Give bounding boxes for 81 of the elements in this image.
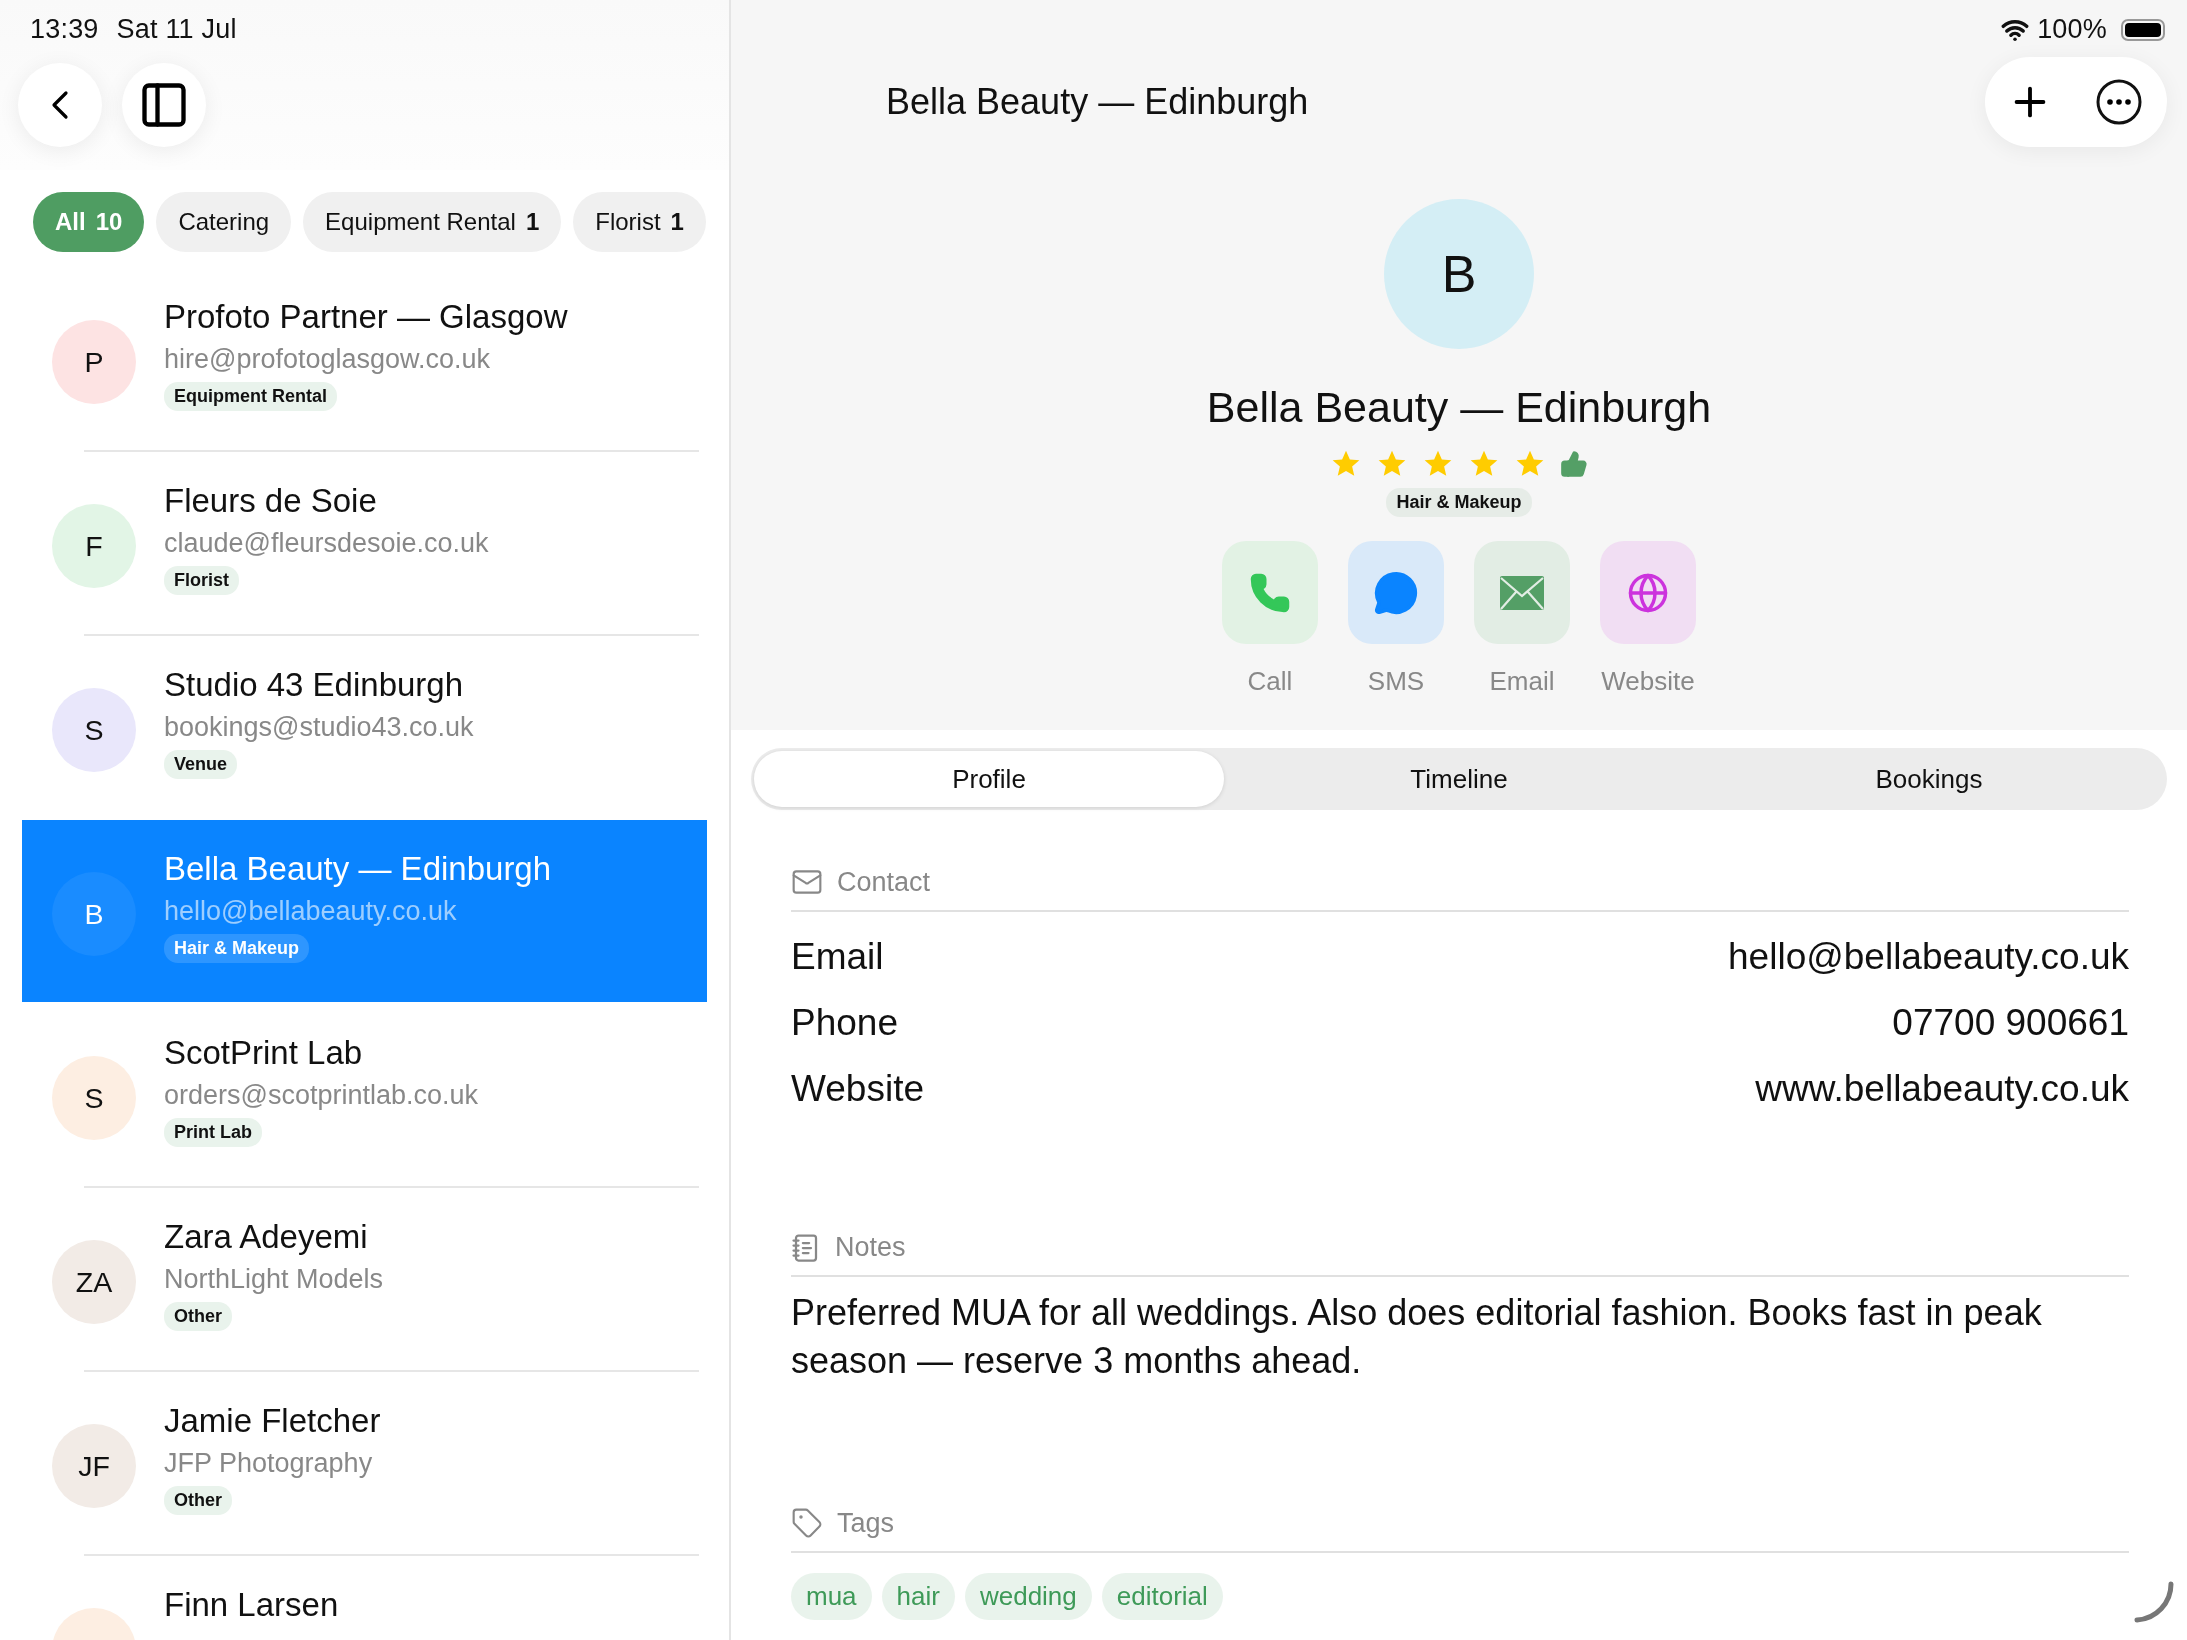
tag-icon bbox=[791, 1507, 823, 1539]
contact-row[interactable]: S Studio 43 Edinburgh bookings@studio43.co.uk Venue bbox=[22, 636, 707, 818]
website-button[interactable] bbox=[1600, 541, 1696, 644]
avatar-initials: B bbox=[1441, 244, 1477, 304]
envelope-icon bbox=[1499, 574, 1545, 611]
contact-row[interactable]: B Bella Beauty — Edinburgh hello@bellabeauty.co.uk Hair & Makeup bbox=[22, 820, 707, 1002]
contact-row[interactable]: Finn Larsen bbox=[22, 1556, 707, 1640]
avatar-initials: B bbox=[84, 897, 104, 931]
avatar-initials: JF bbox=[78, 1449, 110, 1483]
segment-tab[interactable]: Bookings bbox=[1694, 751, 2164, 807]
contact-subtitle: claude@fleursdesoie.co.uk bbox=[164, 528, 489, 559]
contact-subtitle: NorthLight Models bbox=[164, 1264, 384, 1295]
call-button[interactable] bbox=[1222, 541, 1318, 644]
category-tag: Hair & Makeup bbox=[164, 934, 310, 963]
status-time: 13:39 bbox=[30, 14, 99, 44]
field-label: Email bbox=[791, 936, 884, 978]
field-value: 07700 900661 bbox=[1892, 1002, 2129, 1044]
contact-row[interactable]: JF Jamie Fletcher JFP Photography Other bbox=[22, 1372, 707, 1554]
filter-chip[interactable]: Florist 1 bbox=[573, 192, 706, 252]
category-tag: Hair & Makeup bbox=[1386, 488, 1532, 517]
field-value: hello@bellabeauty.co.uk bbox=[1728, 936, 2129, 978]
contact-name: Jamie Fletcher bbox=[164, 1402, 381, 1440]
contact-name: Profoto Partner — Glasgow bbox=[164, 298, 568, 336]
section-title: Tags bbox=[837, 1507, 895, 1539]
notes-text: Preferred MUA for all weddings. Also does editorial fashion. Books fast in peak season — reserve 3 months ahead. bbox=[791, 1291, 2043, 1383]
category-tag: Other bbox=[164, 1302, 232, 1331]
globe-icon bbox=[1627, 571, 1669, 614]
contact-subtitle: JFP Photography bbox=[164, 1448, 373, 1479]
contact-name: ScotPrint Lab bbox=[164, 1034, 363, 1072]
action-label: SMS bbox=[1367, 666, 1425, 697]
contact-name: Zara Adeyemi bbox=[164, 1218, 368, 1256]
contact-subtitle: hello@bellabeauty.co.uk bbox=[164, 896, 457, 927]
profile-name: Bella Beauty — Edinburgh bbox=[1206, 383, 1712, 432]
tag-chip: mua bbox=[791, 1573, 872, 1620]
action-label: Call bbox=[1247, 666, 1293, 697]
avatar-initials: P bbox=[84, 345, 104, 379]
battery-icon bbox=[2121, 18, 2165, 41]
contact-subtitle: hire@profotoglasgow.co.uk bbox=[164, 344, 491, 375]
filter-chip[interactable]: Equipment Rental 1 bbox=[303, 192, 562, 252]
contact-row[interactable]: P Profoto Partner — Glasgow hire@profotoglasgow.co.uk Equipment Rental bbox=[22, 268, 707, 450]
more-icon bbox=[2095, 78, 2143, 126]
contact-subtitle: orders@scotprintlab.co.uk bbox=[164, 1080, 479, 1111]
contact-name: Finn Larsen bbox=[164, 1586, 339, 1624]
tag-chip: editorial bbox=[1101, 1573, 1223, 1620]
status-date: Sat 11 Jul bbox=[116, 14, 237, 44]
avatar-initials: S bbox=[84, 1081, 104, 1115]
battery-percent: 100% bbox=[2037, 14, 2107, 45]
email-button[interactable] bbox=[1474, 541, 1570, 644]
tag-chip: wedding bbox=[964, 1573, 1092, 1620]
contact-row[interactable]: ZA Zara Adeyemi NorthLight Models Other bbox=[22, 1188, 707, 1370]
category-tag: Equipment Rental bbox=[164, 382, 337, 411]
contact-row[interactable]: S ScotPrint Lab orders@scotprintlab.co.uk Print Lab bbox=[22, 1004, 707, 1186]
action-label: Email bbox=[1489, 666, 1555, 697]
section-title: Contact bbox=[837, 866, 931, 898]
segment-tab[interactable]: Timeline bbox=[1224, 751, 1694, 807]
chat-bubble-icon bbox=[1373, 569, 1419, 616]
contact-name: Bella Beauty — Edinburgh bbox=[164, 850, 552, 888]
thumbs-up-icon bbox=[1560, 450, 1588, 478]
phone-icon bbox=[1249, 571, 1291, 614]
section-title: Notes bbox=[835, 1232, 906, 1263]
avatar-initials: ZA bbox=[75, 1265, 113, 1299]
category-tag: Venue bbox=[164, 750, 238, 779]
segment-tab[interactable]: Profile bbox=[754, 751, 1224, 807]
avatar-initials: S bbox=[84, 713, 104, 747]
contact-row[interactable]: F Fleurs de Soie claude@fleursdesoie.co.uk Florist bbox=[22, 452, 707, 634]
action-label: Website bbox=[1601, 666, 1695, 697]
contact-name: Fleurs de Soie bbox=[164, 482, 377, 520]
page-title: Bella Beauty — Edinburgh bbox=[886, 81, 1309, 123]
more-button[interactable] bbox=[2095, 78, 2143, 126]
filter-chip[interactable]: Catering bbox=[156, 192, 292, 252]
field-label: Phone bbox=[791, 1002, 898, 1044]
tag-chip: hair bbox=[881, 1573, 955, 1620]
avatar-initials: F bbox=[85, 529, 103, 563]
category-tag: Print Lab bbox=[164, 1118, 262, 1147]
field-label: Website bbox=[791, 1068, 924, 1110]
sms-button[interactable] bbox=[1348, 541, 1444, 644]
field-value: www.bellabeauty.co.uk bbox=[1755, 1068, 2129, 1110]
contact-name: Studio 43 Edinburgh bbox=[164, 666, 464, 704]
contact-subtitle: bookings@studio43.co.uk bbox=[164, 712, 474, 743]
category-tag: Other bbox=[164, 1486, 232, 1515]
category-tag: Florist bbox=[164, 566, 239, 595]
